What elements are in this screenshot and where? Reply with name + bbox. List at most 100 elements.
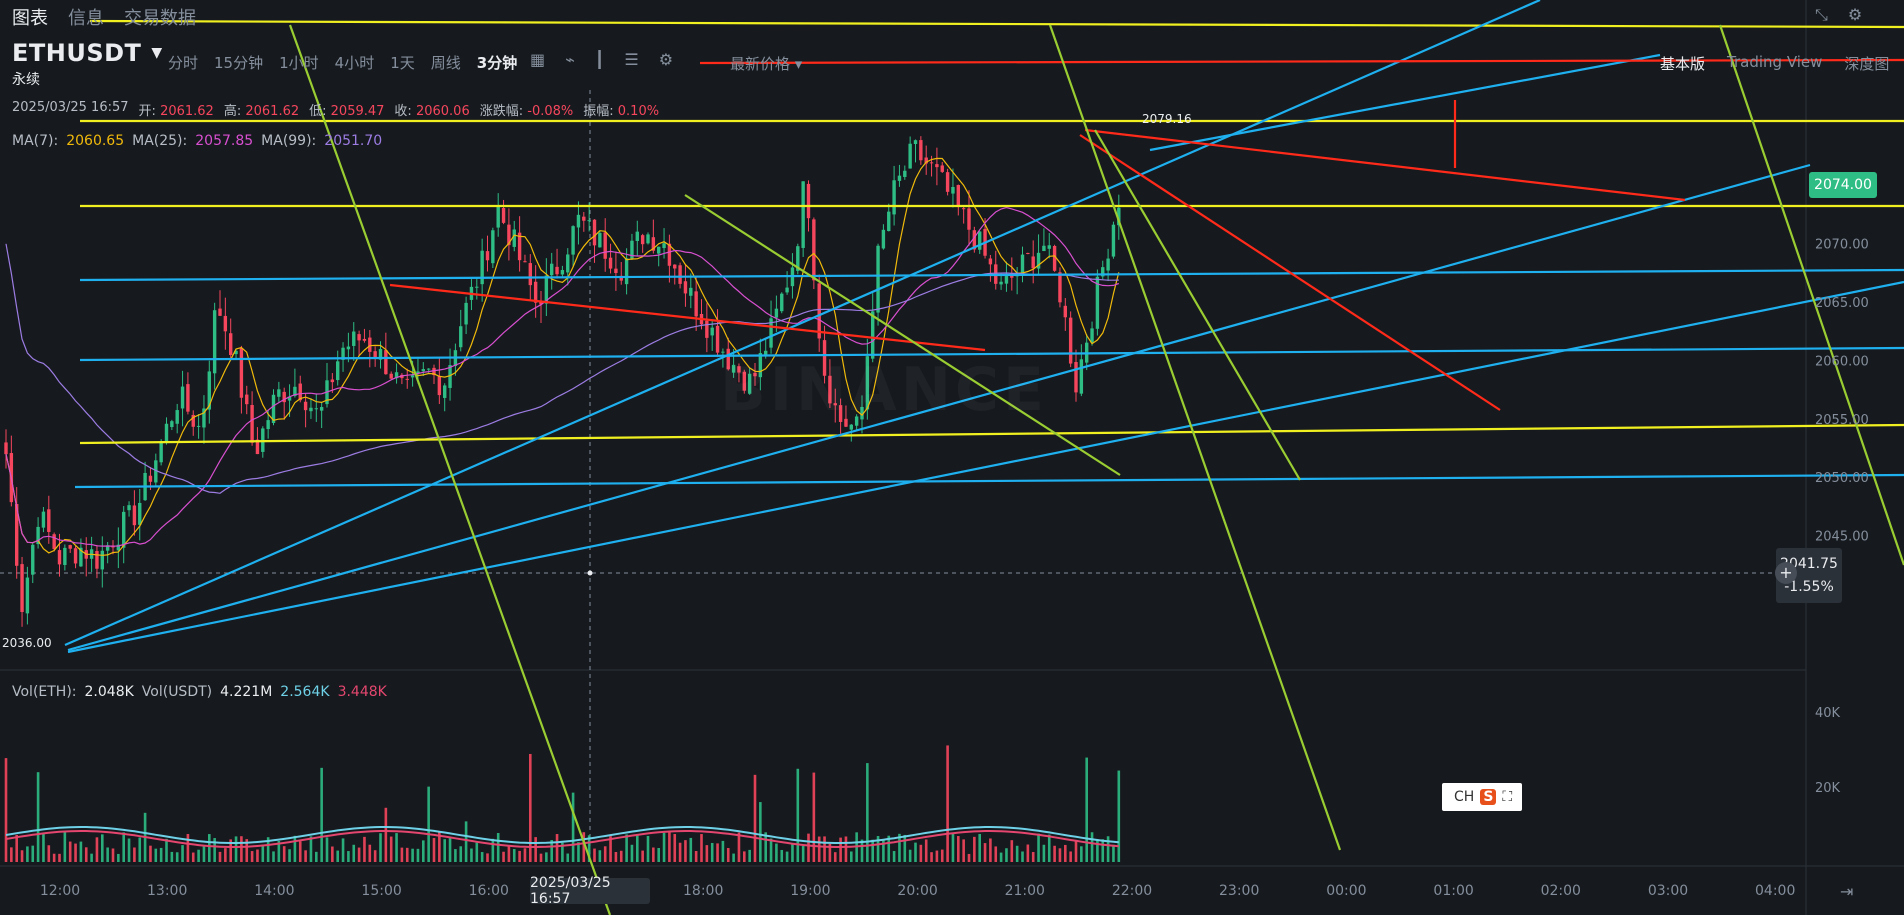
candle-body [485,251,490,261]
volume-bar [491,838,495,862]
candle-body [694,291,698,317]
tab-info[interactable]: 信息 [68,4,104,29]
volume-bar [4,758,8,862]
volume-bar [154,848,158,862]
low-label: 低: [309,104,327,119]
collapse-icon[interactable]: ⤡ [1815,5,1828,25]
reset-scale-icon[interactable]: ⇥ [1840,882,1853,901]
volume-bar [298,841,302,862]
volume-bar [502,851,505,862]
interval-time[interactable]: 分时 [168,52,198,73]
interval-1d[interactable]: 1天 [390,52,415,73]
ohlc-date: 2025/03/25 16:57 [12,100,129,115]
settings-grid-icon[interactable]: ⚙ [1848,5,1862,25]
candle-body [678,265,682,284]
candle-body [881,229,886,249]
candle-body [159,441,163,463]
vol-ma2-value: 3.448K [337,684,387,700]
volume-bar [47,845,51,862]
volume-bar [480,852,484,862]
amplitude-value: 0.10% [617,104,660,119]
candle-body [164,423,169,443]
volume-bar [127,838,131,862]
interval-4h[interactable]: 4小时 [335,52,375,73]
volume-bar [36,772,40,862]
view-depth[interactable]: 深度图 [1844,53,1889,74]
volume-bar [379,833,382,862]
volume-bar [967,853,971,862]
add-alert-icon[interactable]: + [1775,562,1797,584]
candle-body [25,577,30,614]
y-tick-label: 2045.00 [1815,530,1869,545]
calendar-icon[interactable]: ▦ [530,50,545,69]
trend-line [389,283,986,352]
volume-bar [197,849,200,862]
volume-bar [748,849,751,862]
candle-body [384,350,388,375]
candle-body [608,257,613,269]
vol-usdt-label: Vol(USDT) [141,684,213,700]
candle-body [421,369,425,372]
candle-body [437,375,442,396]
volume-bar [341,838,345,862]
symbol-selector[interactable]: ETHUSDT ▼ [12,38,162,68]
candle-body [1106,258,1110,271]
interval-15m[interactable]: 15分钟 [214,52,263,73]
tab-chart[interactable]: 图表 [12,4,48,29]
volume-bar [170,851,174,862]
volume-bar [111,848,115,862]
candle-body [223,315,228,332]
interval-1w[interactable]: 周线 [431,52,461,73]
candle-body [598,232,602,248]
volume-bar [529,753,532,862]
gear-icon[interactable]: ⚙ [659,50,673,69]
binance-watermark: BINANCE [720,355,1048,425]
volume-bar [593,848,596,862]
interval-1h[interactable]: 1小时 [279,52,319,73]
candle-body [919,140,923,161]
candle-body [721,351,725,353]
candle-type-icon[interactable]: ┃ [595,50,605,69]
volume-bar [1037,833,1040,862]
candle-body [1079,359,1084,394]
candle-body [887,211,891,232]
volume-bar [903,834,907,862]
candle-body [614,268,618,274]
candle-body [903,170,907,177]
volume-bar [122,832,125,862]
volume-bar [721,840,725,862]
volume-bar [159,847,163,862]
view-basic[interactable]: 基本版 [1660,53,1705,74]
volume-bar [234,836,238,862]
volume-bar [373,850,377,862]
volume-bar [1031,852,1035,862]
volume-bar [63,832,67,862]
trend-line [67,280,1904,654]
chevron-down-icon: ▼ [151,45,163,61]
candle-body [533,281,538,303]
volume-bar [689,837,693,862]
volume-bar [459,846,463,862]
ime-label: CH [1454,789,1475,805]
indicator-icon[interactable]: ⌁ [565,50,575,69]
view-tradingview[interactable]: Trading View [1727,53,1822,74]
candle-body [1042,245,1046,252]
tab-trade-data[interactable]: 交易数据 [124,4,196,29]
volume-bar [208,834,211,862]
ime-widget[interactable]: CH S ⛶ [1442,783,1522,811]
candle-body [961,208,966,210]
price-source-dropdown[interactable]: 最新价格 ▾ [730,53,802,74]
ma7-label: MA(7): [12,133,59,149]
volume-bar [844,836,848,862]
volume-bar [775,843,778,862]
volume-bar [1015,845,1019,862]
layout-icon[interactable]: ☰ [624,50,638,69]
volume-bar [641,850,644,862]
volume-bar [807,833,810,862]
volume-bar [940,849,944,862]
candle-body [555,266,559,275]
interval-3m[interactable]: 3分钟 [477,52,517,73]
candle-body [523,261,527,263]
volume-bar [90,853,93,862]
vol-usdt-value: 4.221M [220,684,273,700]
